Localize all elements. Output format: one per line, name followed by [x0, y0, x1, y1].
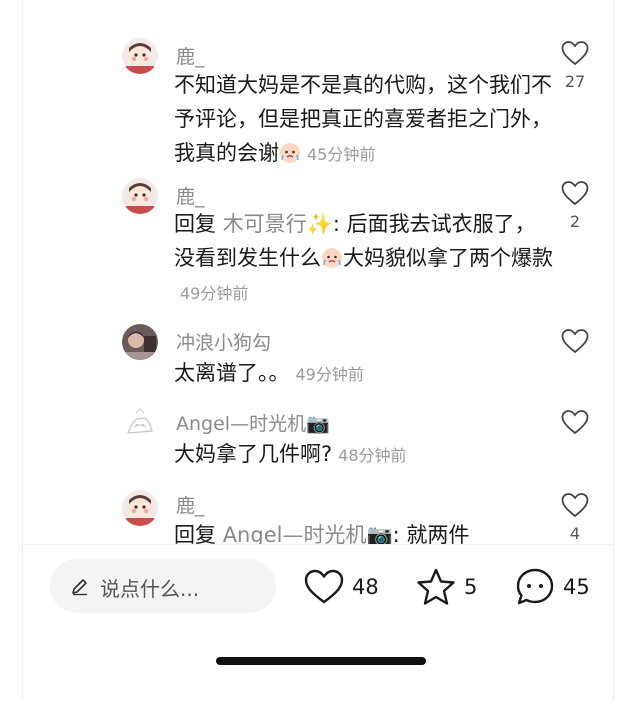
comment-username[interactable]: Angel—时光机📷: [176, 409, 330, 436]
favorite-button[interactable]: 5: [416, 565, 477, 609]
avatar[interactable]: [122, 405, 158, 441]
like-count: 48: [352, 575, 379, 599]
crying-emoji-icon: [322, 248, 342, 268]
pencil-icon: [72, 579, 87, 596]
comment-body-continued: 大妈貌似拿了两个爆款: [343, 246, 553, 270]
reply-prefix: 回复: [174, 212, 216, 236]
comment-username[interactable]: 冲浪小狗勾: [176, 328, 271, 355]
comment-like-button[interactable]: [560, 409, 590, 435]
comment-time: 49分钟前: [180, 284, 249, 303]
comment-like-button[interactable]: 2: [560, 180, 590, 231]
heart-outline-icon: [561, 181, 589, 206]
favorite-count: 5: [464, 575, 478, 599]
avatar[interactable]: [122, 38, 158, 74]
heart-outline-icon: [561, 41, 589, 66]
bottom-action-bar: 说点什么... 48 5 45: [0, 545, 640, 645]
comment-input-placeholder: 说点什么...: [100, 577, 200, 601]
star-outline-icon: [417, 568, 455, 605]
comment-time: 48分钟前: [338, 446, 407, 465]
comment-like-count: 2: [569, 212, 581, 231]
comment-text[interactable]: 太离谱了。。 49分钟前: [174, 356, 554, 392]
comment-time: 45分钟前: [307, 145, 376, 164]
comment-like-count: 4: [569, 524, 581, 543]
comment-username[interactable]: 鹿_: [176, 491, 205, 518]
comment-like-button[interactable]: 27: [560, 40, 590, 91]
comment-text[interactable]: 回复 木可景行✨: 后面我去试衣服了，没看到发生什么 大妈貌似拿了两个爆款49分钟…: [174, 207, 554, 311]
comment-like-button[interactable]: 4: [560, 492, 590, 543]
like-button[interactable]: 48: [304, 565, 379, 609]
avatar[interactable]: [122, 178, 158, 214]
heart-outline-icon: [561, 410, 589, 435]
home-indicator[interactable]: [216, 657, 426, 665]
comment-bubble-icon: [516, 568, 554, 605]
avatar[interactable]: [122, 490, 158, 526]
crying-emoji-icon: [280, 143, 300, 163]
comment-username[interactable]: 鹿_: [176, 42, 205, 69]
reply-to-username[interactable]: Angel—时光机📷: [223, 523, 393, 545]
comment-username[interactable]: 鹿_: [176, 182, 205, 209]
comment-list[interactable]: 鹿_ 不知道大妈是不是真的代购，这个我们不予评论，但是把真正的喜爱者拒之门外，我…: [0, 0, 640, 545]
comment-text[interactable]: 回复 Angel—时光机📷: 就两件: [174, 518, 554, 545]
comment-text[interactable]: 不知道大妈是不是真的代购，这个我们不予评论，但是把真正的喜爱者拒之门外，我真的会…: [174, 68, 554, 172]
reply-to-username[interactable]: 木可景行✨: [223, 212, 333, 236]
comment-body: 太离谱了。。: [174, 361, 290, 385]
comment-text[interactable]: 大妈拿了几件啊? 48分钟前: [174, 437, 554, 473]
heart-outline-icon: [304, 569, 344, 604]
comment-body: : 就两件: [392, 523, 470, 545]
comment-like-count: 27: [564, 72, 586, 91]
avatar[interactable]: [122, 324, 158, 360]
comment-body: 大妈拿了几件啊?: [174, 442, 333, 466]
comment-input[interactable]: 说点什么...: [50, 559, 276, 613]
comment-button[interactable]: 45: [515, 565, 590, 609]
reply-prefix: 回复: [174, 523, 216, 545]
heart-outline-icon: [561, 493, 589, 518]
comment-count: 45: [563, 575, 590, 599]
heart-outline-icon: [561, 329, 589, 354]
comment-like-button[interactable]: [560, 328, 590, 354]
comment-time: 49分钟前: [295, 365, 364, 384]
